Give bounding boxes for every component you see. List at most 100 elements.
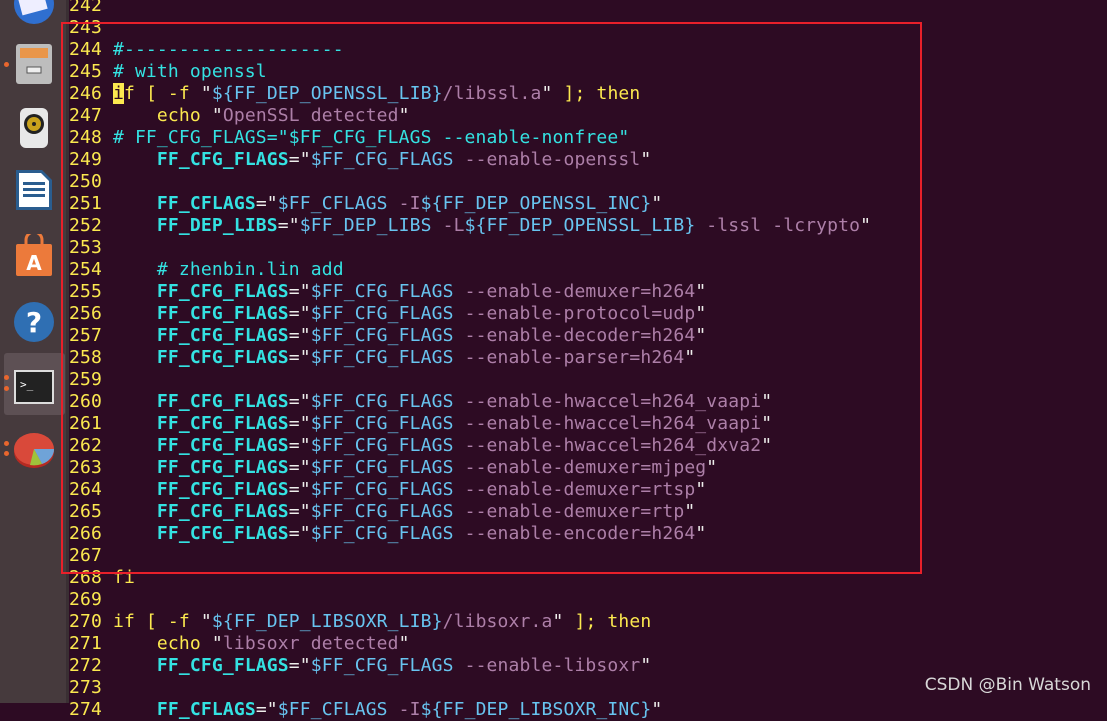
code-line[interactable]: 242 [69, 0, 1107, 17]
punctuation-token: =" [288, 457, 311, 478]
punctuation-token: =" [288, 413, 311, 434]
punctuation-token [113, 215, 157, 236]
variable-token: FF_CFG_FLAGS [156, 501, 289, 522]
code-line[interactable]: 263 FF_CFG_FLAGS="$FF_CFG_FLAGS --enable… [69, 457, 1107, 479]
variable-token: FF_CFG_FLAGS [156, 413, 289, 434]
code-line[interactable]: 257 FF_CFG_FLAGS="$FF_CFG_FLAGS --enable… [69, 325, 1107, 347]
option-token: --enable-encoder=h264 [453, 523, 696, 544]
code-line[interactable]: 249 FF_CFG_FLAGS="$FF_CFG_FLAGS --enable… [69, 149, 1107, 171]
option-token: /libssl.a [442, 83, 542, 104]
code-line[interactable]: 272 FF_CFG_FLAGS="$FF_CFG_FLAGS --enable… [69, 655, 1107, 677]
help-icon[interactable]: ? [12, 300, 56, 344]
punctuation-token: " [695, 303, 707, 324]
watermark: CSDN @Bin Watson [924, 675, 1091, 695]
punctuation-token: =" [288, 479, 311, 500]
code-line[interactable]: 256 FF_CFG_FLAGS="$FF_CFG_FLAGS --enable… [69, 303, 1107, 325]
punctuation-token: " [651, 193, 663, 214]
code-line[interactable]: 246 if [ -f "${FF_DEP_OPENSSL_LIB}/libss… [69, 83, 1107, 105]
code-line[interactable]: 247 echo "OpenSSL detected" [69, 105, 1107, 127]
keyword-token: echo [112, 633, 212, 654]
keyword-token: fi [112, 567, 135, 588]
string-token: $FF_CFG_FLAGS [310, 435, 454, 456]
option-token: --enable-demuxer=rtp [453, 501, 685, 522]
string-token: $FF_CFG_FLAGS [310, 303, 454, 324]
code-line[interactable]: 251 FF_CFLAGS="$FF_CFLAGS -I${FF_DEP_OPE… [69, 193, 1107, 215]
code-line[interactable]: 244 #-------------------- [69, 39, 1107, 61]
code-line[interactable]: 265 FF_CFG_FLAGS="$FF_CFG_FLAGS --enable… [69, 501, 1107, 523]
code-line[interactable]: 258 FF_CFG_FLAGS="$FF_CFG_FLAGS --enable… [69, 347, 1107, 369]
punctuation-token: =" [288, 149, 311, 170]
string-token: $FF_CFG_FLAGS [310, 479, 454, 500]
variable-token: FF_CFG_FLAGS [156, 149, 289, 170]
code-line[interactable]: 252 FF_DEP_LIBS="$FF_DEP_LIBS -L${FF_DEP… [69, 215, 1107, 237]
code-line[interactable]: 245 # with openssl [69, 61, 1107, 83]
thunderbird-mail-icon[interactable] [12, 0, 56, 26]
line-number: 244 [69, 39, 102, 60]
code-line[interactable]: 261 FF_CFG_FLAGS="$FF_CFG_FLAGS --enable… [69, 413, 1107, 435]
code-line[interactable]: 268 fi [69, 567, 1107, 589]
line-number: 248 [69, 127, 102, 148]
option-token: --enable-decoder=h264 [453, 325, 696, 346]
svg-text:A: A [26, 251, 42, 275]
line-number: 257 [69, 325, 102, 346]
files-icon[interactable] [12, 42, 56, 86]
string-token: ${FF_DEP_LIBSOXR_INC} [420, 699, 652, 720]
code-line[interactable]: 259 [69, 369, 1107, 391]
code-line[interactable]: 269 [69, 589, 1107, 611]
string-token: $FF_CFG_FLAGS [310, 149, 454, 170]
line-number: 251 [69, 193, 102, 214]
line-number: 256 [69, 303, 102, 324]
variable-token: FF_CFG_FLAGS [156, 655, 289, 676]
libreoffice-impress-icon[interactable] [12, 168, 56, 212]
ubuntu-software-icon[interactable]: A [12, 234, 56, 278]
line-number: 258 [69, 347, 102, 368]
punctuation-token [113, 347, 157, 368]
code-line[interactable]: 271 echo "libsoxr detected" [69, 633, 1107, 655]
code-line[interactable]: 253 [69, 237, 1107, 259]
code-line[interactable]: 262 FF_CFG_FLAGS="$FF_CFG_FLAGS --enable… [69, 435, 1107, 457]
code-line[interactable]: 243 [69, 17, 1107, 39]
option-token: -L [431, 215, 465, 236]
code-line[interactable]: 266 FF_CFG_FLAGS="$FF_CFG_FLAGS --enable… [69, 523, 1107, 545]
variable-token: FF_CFG_FLAGS [156, 435, 289, 456]
punctuation-token: " [211, 105, 223, 126]
keyword-token: echo [112, 105, 212, 126]
punctuation-token: =" [288, 347, 311, 368]
line-number: 270 [69, 611, 102, 632]
running-indicator [4, 62, 9, 67]
punctuation-token [113, 413, 157, 434]
variable-token: FF_CFG_FLAGS [156, 303, 289, 324]
string-token: $FF_CFLAGS [277, 193, 388, 214]
code-line[interactable]: 270 if [ -f "${FF_DEP_LIBSOXR_LIB}/libso… [69, 611, 1107, 633]
punctuation-token: " [695, 325, 707, 346]
punctuation-token: " [761, 391, 773, 412]
punctuation-token: " [695, 281, 707, 302]
variable-token: FF_CFG_FLAGS [156, 281, 289, 302]
punctuation-token: " [200, 83, 212, 104]
code-line[interactable]: 264 FF_CFG_FLAGS="$FF_CFG_FLAGS --enable… [69, 479, 1107, 501]
code-line[interactable]: 250 [69, 171, 1107, 193]
option-token: --enable-demuxer=rtsp [453, 479, 696, 500]
line-number: 273 [69, 677, 102, 698]
rhythmbox-icon[interactable] [12, 106, 56, 150]
variable-token: FF_CFLAGS [156, 193, 256, 214]
line-number: 266 [69, 523, 102, 544]
code-line[interactable]: 274 FF_CFLAGS="$FF_CFLAGS -I${FF_DEP_LIB… [69, 699, 1107, 721]
launcher-dock: A ? >_ [0, 0, 69, 703]
keyword-token: f [ -f [123, 83, 201, 104]
running-indicator [4, 451, 9, 456]
punctuation-token [113, 325, 157, 346]
code-line[interactable]: 255 FF_CFG_FLAGS="$FF_CFG_FLAGS --enable… [69, 281, 1107, 303]
terminal-icon[interactable]: >_ [12, 364, 56, 408]
code-line[interactable]: 260 FF_CFG_FLAGS="$FF_CFG_FLAGS --enable… [69, 391, 1107, 413]
running-indicator [4, 386, 9, 391]
terminal-text-editor[interactable]: 242 243 244 #-------------------- 245 # w… [69, 0, 1107, 721]
disk-usage-analyzer-icon[interactable] [12, 428, 56, 472]
code-line[interactable]: 248 # FF_CFG_FLAGS="$FF_CFG_FLAGS --enab… [69, 127, 1107, 149]
option-token: --enable-parser=h264 [453, 347, 685, 368]
code-line[interactable]: 254 # zhenbin.lin add [69, 259, 1107, 281]
punctuation-token [113, 501, 157, 522]
code-line[interactable]: 267 [69, 545, 1107, 567]
line-number: 259 [69, 369, 102, 390]
variable-token: FF_CFG_FLAGS [156, 523, 289, 544]
